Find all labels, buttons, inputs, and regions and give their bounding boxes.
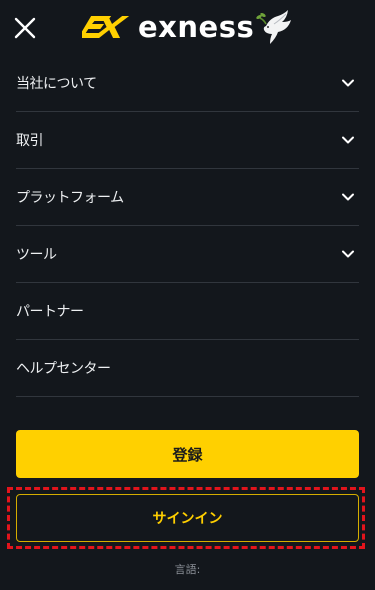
menu-item-label: 当社について <box>16 76 97 92</box>
menu-item-label: ヘルプセンター <box>16 361 111 377</box>
language-selector-label[interactable]: 言語: <box>0 561 375 577</box>
chevron-down-icon <box>342 250 354 258</box>
header: exness <box>0 0 375 52</box>
logo-text: exness <box>138 10 255 44</box>
close-icon[interactable] <box>14 17 36 39</box>
menu-item-label: ツール <box>16 247 57 263</box>
menu-item-about[interactable]: 当社について <box>16 55 359 112</box>
signin-button[interactable]: サインイン <box>16 494 359 542</box>
menu-item-help-center[interactable]: ヘルプセンター <box>16 340 359 397</box>
menu-item-label: パートナー <box>16 304 84 320</box>
menu-item-label: プラットフォーム <box>16 190 124 206</box>
main-menu: 当社について 取引 プラットフォーム ツール パートナー ヘルプセンター <box>16 55 359 397</box>
menu-item-platform[interactable]: プラットフォーム <box>16 169 359 226</box>
chevron-down-icon <box>342 79 354 87</box>
exness-logo-mark-icon <box>82 16 130 38</box>
chevron-down-icon <box>342 193 354 201</box>
menu-item-label: 取引 <box>16 133 44 149</box>
menu-item-partner[interactable]: パートナー <box>16 283 359 340</box>
menu-item-tools[interactable]: ツール <box>16 226 359 283</box>
chevron-down-icon <box>342 136 354 144</box>
exness-logo[interactable]: exness <box>82 8 297 48</box>
dove-with-olive-branch-icon <box>256 10 291 44</box>
register-button[interactable]: 登録 <box>16 430 359 478</box>
menu-item-trading[interactable]: 取引 <box>16 112 359 169</box>
